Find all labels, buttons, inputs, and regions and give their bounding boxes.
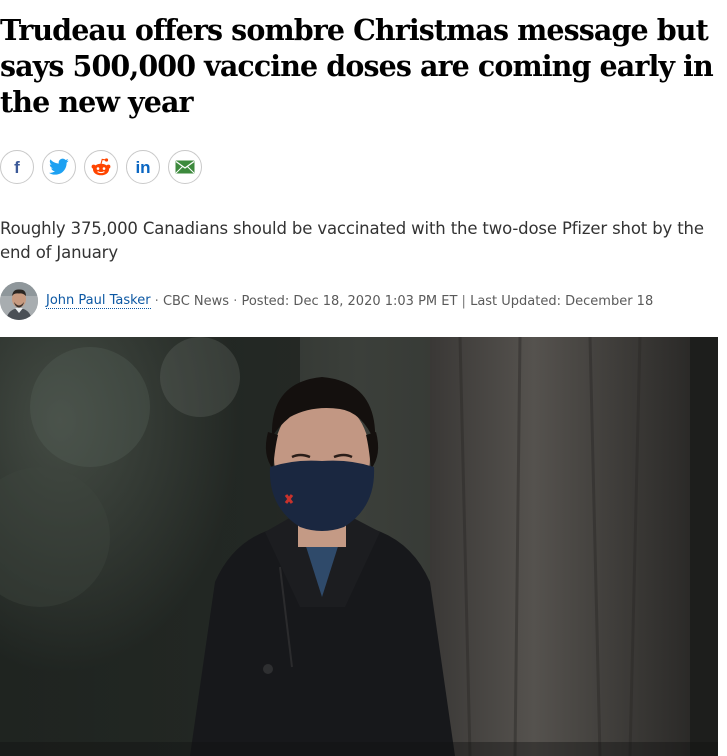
author-avatar[interactable] bbox=[0, 282, 38, 320]
twitter-icon bbox=[49, 158, 69, 175]
article-deck: Roughly 375,000 Canadians should be vacc… bbox=[0, 219, 704, 262]
byline-separator: · bbox=[229, 293, 242, 309]
source-label: CBC News bbox=[162, 293, 230, 309]
facebook-icon: f bbox=[14, 158, 20, 176]
share-linkedin-button[interactable]: in bbox=[126, 150, 160, 184]
share-reddit-button[interactable] bbox=[84, 150, 118, 184]
email-icon bbox=[175, 160, 195, 174]
article-headline: Trudeau offers sombre Christmas message … bbox=[0, 13, 714, 119]
byline-divider: | bbox=[457, 293, 471, 309]
share-twitter-button[interactable] bbox=[42, 150, 76, 184]
byline: John Paul Tasker · CBC News · Posted: De… bbox=[0, 281, 653, 321]
linkedin-icon: in bbox=[135, 158, 150, 176]
posted-date: Posted: Dec 18, 2020 1:03 PM ET bbox=[241, 293, 458, 309]
share-bar: f in bbox=[0, 150, 202, 184]
svg-text:f: f bbox=[14, 158, 20, 176]
author-link[interactable]: John Paul Tasker bbox=[46, 293, 151, 309]
updated-date: Last Updated: December 18 bbox=[470, 293, 654, 309]
lead-photo bbox=[0, 337, 718, 756]
reddit-icon bbox=[91, 158, 111, 176]
svg-text:in: in bbox=[135, 158, 150, 176]
share-facebook-button[interactable]: f bbox=[0, 150, 34, 184]
byline-separator: · bbox=[150, 293, 163, 309]
share-email-button[interactable] bbox=[168, 150, 202, 184]
